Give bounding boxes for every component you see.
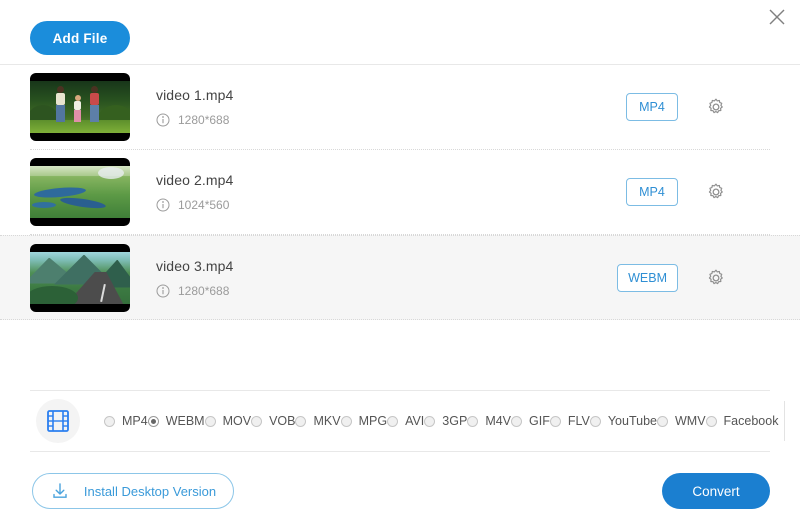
panel-divider — [784, 401, 785, 441]
format-option-label: MPG — [359, 414, 387, 428]
info-icon[interactable] — [156, 284, 170, 298]
table-row[interactable]: video 1.mp4 1280*688 MP4 — [30, 65, 770, 150]
table-row[interactable]: video 2.mp4 1024*560 MP4 — [30, 150, 770, 235]
file-info: video 2.mp4 1024*560 — [156, 172, 626, 212]
info-icon[interactable] — [156, 198, 170, 212]
file-name: video 1.mp4 — [156, 87, 626, 103]
format-option-label: M4V — [485, 414, 511, 428]
file-name: video 3.mp4 — [156, 258, 617, 274]
add-file-button[interactable]: Add File — [30, 21, 130, 55]
radio-dot — [104, 416, 115, 427]
format-option-wmv[interactable]: WMV — [657, 410, 706, 432]
video-thumbnail — [30, 244, 130, 312]
radio-dot — [205, 416, 216, 427]
radio-dot — [387, 416, 398, 427]
format-option-mkv[interactable]: MKV — [295, 410, 340, 432]
gear-icon — [706, 182, 726, 202]
file-resolution-line: 1280*688 — [156, 113, 626, 127]
radio-dot — [341, 416, 352, 427]
file-settings-button[interactable] — [704, 95, 728, 119]
file-resolution-line: 1280*688 — [156, 284, 617, 298]
gear-icon — [706, 97, 726, 117]
format-option-mpg[interactable]: MPG — [341, 410, 387, 432]
format-option-label: Facebook — [724, 414, 779, 428]
format-option-label: 3GP — [442, 414, 467, 428]
video-thumbnail — [30, 158, 130, 226]
format-option-label: FLV — [568, 414, 590, 428]
format-option-gif[interactable]: GIF — [511, 410, 550, 432]
file-settings-button[interactable] — [704, 180, 728, 204]
format-option-flv[interactable]: FLV — [550, 410, 590, 432]
format-option-youtube[interactable]: YouTube — [590, 410, 657, 432]
convert-button[interactable]: Convert — [662, 473, 770, 509]
format-options: MP4 WEBM MOV VOB MKV MPG AVI 3GP M4V GIF… — [104, 410, 778, 432]
info-icon[interactable] — [156, 113, 170, 127]
video-converter-window: Add File video 1.mp4 — [0, 0, 800, 527]
radio-dot — [511, 416, 522, 427]
format-option-avi[interactable]: AVI — [387, 410, 424, 432]
output-format-panel: MP4 WEBM MOV VOB MKV MPG AVI 3GP M4V GIF… — [30, 390, 770, 452]
file-resolution: 1280*688 — [178, 113, 229, 127]
file-name: video 2.mp4 — [156, 172, 626, 188]
format-option-m4v[interactable]: M4V — [467, 410, 511, 432]
radio-dot — [706, 416, 717, 427]
radio-dot — [251, 416, 262, 427]
format-option-label: MKV — [313, 414, 340, 428]
file-resolution: 1024*560 — [178, 198, 229, 212]
install-desktop-version-button[interactable]: Install Desktop Version — [32, 473, 234, 509]
output-format-badge[interactable]: MP4 — [626, 93, 678, 121]
radio-dot — [590, 416, 601, 427]
format-option-label: YouTube — [608, 414, 657, 428]
format-option-label: AVI — [405, 414, 424, 428]
file-resolution-line: 1024*560 — [156, 198, 626, 212]
format-option-webm[interactable]: WEBM — [148, 410, 205, 432]
format-option-facebook[interactable]: Facebook — [706, 410, 779, 432]
radio-dot — [424, 416, 435, 427]
radio-dot — [550, 416, 561, 427]
format-option-label: WMV — [675, 414, 706, 428]
format-option-label: GIF — [529, 414, 550, 428]
format-option-label: MOV — [223, 414, 251, 428]
format-option-mp4[interactable]: MP4 — [104, 410, 148, 432]
file-info: video 1.mp4 1280*688 — [156, 87, 626, 127]
film-strip-icon — [45, 408, 71, 434]
video-thumbnail — [30, 73, 130, 141]
radio-dot — [295, 416, 306, 427]
gear-icon — [706, 268, 726, 288]
file-list: video 1.mp4 1280*688 MP4 — [0, 65, 800, 380]
radio-dot — [467, 416, 478, 427]
output-format-badge[interactable]: WEBM — [617, 264, 678, 292]
download-icon — [50, 481, 70, 501]
format-option-label: MP4 — [122, 414, 148, 428]
radio-dot — [657, 416, 668, 427]
file-settings-button[interactable] — [704, 266, 728, 290]
output-format-badge[interactable]: MP4 — [626, 178, 678, 206]
video-format-category-button[interactable] — [36, 399, 80, 443]
file-resolution: 1280*688 — [178, 284, 229, 298]
file-info: video 3.mp4 1280*688 — [156, 258, 617, 298]
radio-dot — [148, 416, 159, 427]
format-option-3gp[interactable]: 3GP — [424, 410, 467, 432]
format-option-label: WEBM — [166, 414, 205, 428]
format-option-mov[interactable]: MOV — [205, 410, 251, 432]
format-option-label: VOB — [269, 414, 295, 428]
table-row[interactable]: video 3.mp4 1280*688 WEBM — [0, 235, 800, 320]
install-desktop-version-label: Install Desktop Version — [84, 484, 216, 499]
toolbar: Add File — [0, 0, 800, 65]
format-option-vob[interactable]: VOB — [251, 410, 295, 432]
